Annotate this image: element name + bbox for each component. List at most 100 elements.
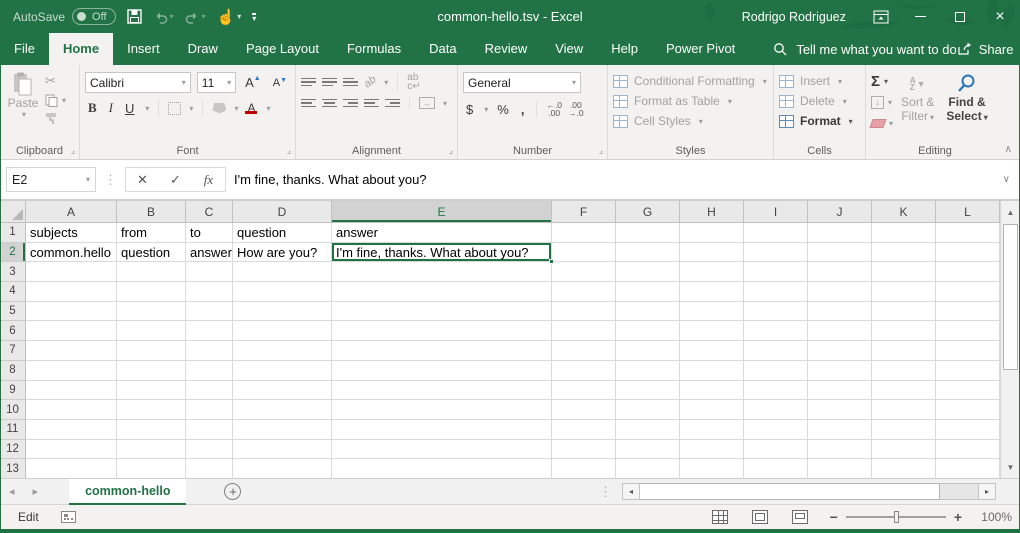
cell-C1[interactable]: to (186, 223, 233, 243)
column-header-A[interactable]: A (26, 201, 117, 223)
cell-H4[interactable] (680, 282, 744, 302)
column-header-E[interactable]: E (332, 201, 552, 223)
tabbar-splitter[interactable]: ⋮ (599, 484, 612, 500)
horizontal-scrollbar-thumb[interactable] (640, 483, 940, 500)
scroll-right-icon[interactable]: ▸ (978, 483, 996, 500)
scroll-down-icon[interactable]: ▼ (1001, 456, 1020, 478)
cell-F1[interactable] (552, 223, 616, 243)
conditional-formatting-button[interactable]: Conditional Formatting ▾ (613, 74, 768, 88)
cell-A3[interactable] (26, 262, 117, 282)
cell-K10[interactable] (872, 400, 936, 420)
row-header-5[interactable]: 5 (0, 302, 26, 322)
cell-B9[interactable] (117, 381, 186, 401)
font-color-caret-icon[interactable]: ▾ (266, 104, 270, 113)
sort-filter-button[interactable]: AZ ▼ Sort & Filter▾ (897, 72, 938, 132)
cell-L7[interactable] (936, 341, 1000, 361)
cell-H13[interactable] (680, 459, 744, 478)
formula-bar-drag-handle[interactable]: ⋮ (104, 172, 117, 188)
merge-center-icon[interactable]: ↔ (419, 97, 435, 109)
select-all-button[interactable] (0, 201, 26, 223)
cell-E6[interactable] (332, 321, 552, 341)
row-header-6[interactable]: 6 (0, 321, 26, 341)
cell-C3[interactable] (186, 262, 233, 282)
cell-A10[interactable] (26, 400, 117, 420)
cell-G13[interactable] (616, 459, 680, 478)
row-header-12[interactable]: 12 (0, 440, 26, 460)
tab-insert[interactable]: Insert (113, 33, 174, 65)
cell-K11[interactable] (872, 420, 936, 440)
zoom-out-icon[interactable]: − (830, 509, 838, 525)
scroll-left-icon[interactable]: ◂ (622, 483, 640, 500)
cell-C6[interactable] (186, 321, 233, 341)
cell-H6[interactable] (680, 321, 744, 341)
cell-E12[interactable] (332, 440, 552, 460)
tell-me-search[interactable]: Tell me what you want to do (773, 42, 956, 57)
cell-B4[interactable] (117, 282, 186, 302)
middle-align-button[interactable] (322, 78, 337, 87)
row-header-9[interactable]: 9 (0, 381, 26, 401)
borders-button-icon[interactable] (168, 102, 181, 115)
cell-F10[interactable] (552, 400, 616, 420)
autosum-button[interactable]: Σ ▾ (871, 72, 893, 90)
cell-F4[interactable] (552, 282, 616, 302)
cell-L1[interactable] (936, 223, 1000, 243)
redo-caret-icon[interactable]: ▾ (202, 12, 206, 21)
enter-entry-button[interactable]: ✓ (159, 172, 192, 188)
percent-button[interactable]: % (494, 102, 512, 117)
cell-G7[interactable] (616, 341, 680, 361)
fill-color-caret-icon[interactable]: ▾ (234, 104, 238, 113)
undo-button[interactable]: ▾ (153, 10, 174, 24)
maximize-button[interactable] (940, 0, 980, 33)
cell-D12[interactable] (233, 440, 332, 460)
scroll-up-icon[interactable]: ▲ (1001, 201, 1020, 223)
tab-help[interactable]: Help (597, 33, 652, 65)
column-header-B[interactable]: B (117, 201, 186, 223)
save-button[interactable] (127, 9, 142, 24)
cell-K9[interactable] (872, 381, 936, 401)
cell-J6[interactable] (808, 321, 872, 341)
cell-A12[interactable] (26, 440, 117, 460)
cell-K2[interactable] (872, 243, 936, 263)
cell-G11[interactable] (616, 420, 680, 440)
page-break-preview-icon[interactable] (792, 510, 808, 524)
cell-G4[interactable] (616, 282, 680, 302)
tab-page-layout[interactable]: Page Layout (232, 33, 333, 65)
cell-F5[interactable] (552, 302, 616, 322)
cell-J2[interactable] (808, 243, 872, 263)
expand-formula-bar-icon[interactable]: ∨ (1003, 174, 1010, 185)
cell-C9[interactable] (186, 381, 233, 401)
cell-J13[interactable] (808, 459, 872, 478)
cell-C13[interactable] (186, 459, 233, 478)
cell-L11[interactable] (936, 420, 1000, 440)
format-painter-button[interactable] (45, 112, 66, 124)
cell-D4[interactable] (233, 282, 332, 302)
column-header-C[interactable]: C (186, 201, 233, 223)
cell-B3[interactable] (117, 262, 186, 282)
increase-indent-button[interactable] (385, 99, 400, 108)
column-header-D[interactable]: D (233, 201, 332, 223)
cell-A13[interactable] (26, 459, 117, 478)
cell-E7[interactable] (332, 341, 552, 361)
cell-J10[interactable] (808, 400, 872, 420)
cell-J7[interactable] (808, 341, 872, 361)
cut-button[interactable]: ✂ (45, 73, 66, 89)
cell-F3[interactable] (552, 262, 616, 282)
fill-color-icon[interactable] (212, 103, 226, 114)
merge-center-caret-icon[interactable]: ▾ (443, 99, 447, 108)
autosave-control[interactable]: AutoSave Off (13, 8, 116, 25)
cell-B6[interactable] (117, 321, 186, 341)
column-header-K[interactable]: K (872, 201, 936, 223)
row-header-8[interactable]: 8 (0, 361, 26, 381)
cell-E10[interactable] (332, 400, 552, 420)
column-header-H[interactable]: H (680, 201, 744, 223)
cell-J11[interactable] (808, 420, 872, 440)
cell-A9[interactable] (26, 381, 117, 401)
cell-C2[interactable]: answer (186, 243, 233, 263)
row-header-1[interactable]: 1 (0, 223, 26, 243)
font-color-button[interactable]: A (244, 103, 258, 114)
zoom-in-icon[interactable]: + (954, 509, 962, 525)
cell-H5[interactable] (680, 302, 744, 322)
decrease-font-size-button[interactable]: A▼ (270, 77, 290, 89)
cell-F8[interactable] (552, 361, 616, 381)
cell-J5[interactable] (808, 302, 872, 322)
